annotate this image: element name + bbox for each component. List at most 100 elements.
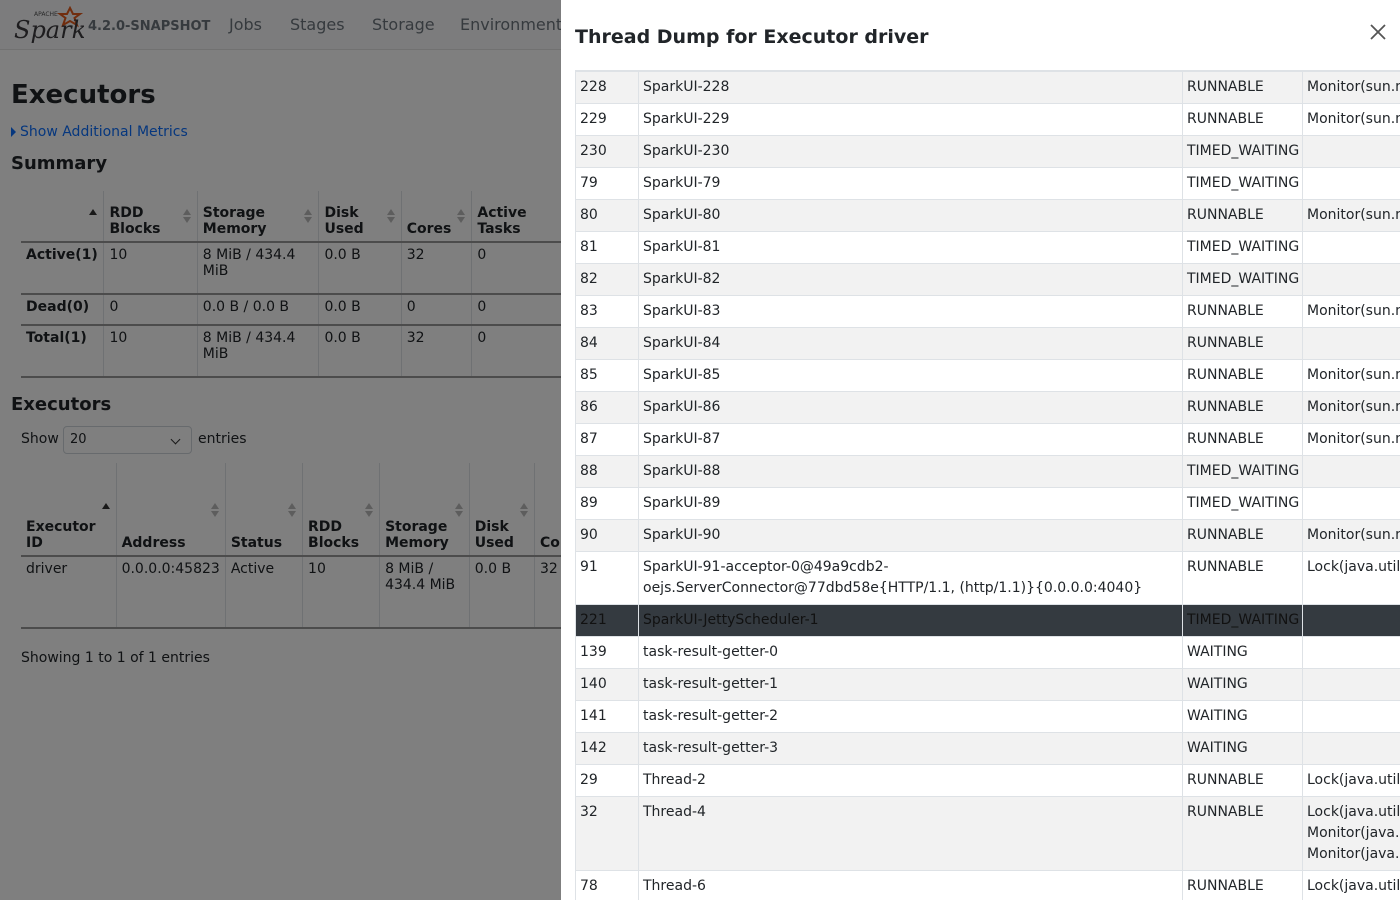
thread-row[interactable]: 86 SparkUI-86 RUNNABLE Monitor(sun.n — [575, 391, 1400, 424]
thread-locks-cell — [1302, 455, 1400, 488]
thread-name-cell: SparkUI-80 — [638, 199, 1183, 232]
thread-row[interactable]: 221 SparkUI-JettyScheduler-1 TIMED_WAITING — [575, 604, 1400, 637]
thread-row[interactable]: 87 SparkUI-87 RUNNABLE Monitor(sun.n — [575, 423, 1400, 456]
thread-locks-cell: Lock(java.utilMonitor(java.Monitor(java. — [1302, 796, 1400, 871]
thread-locks-cell — [1302, 732, 1400, 765]
thread-locks-cell: Monitor(sun.n — [1302, 295, 1400, 328]
close-button[interactable] — [1367, 21, 1389, 43]
thread-row[interactable]: 84 SparkUI-84 RUNNABLE — [575, 327, 1400, 360]
thread-locks-cell — [1302, 668, 1400, 701]
thread-id-cell: 80 — [575, 199, 639, 232]
thread-row[interactable]: 229 SparkUI-229 RUNNABLE Monitor(sun.n — [575, 103, 1400, 136]
thread-locks-cell: Monitor(sun.n — [1302, 423, 1400, 456]
thread-state-cell: RUNNABLE — [1182, 391, 1303, 424]
thread-state-cell: TIMED_WAITING — [1182, 231, 1303, 264]
thread-state-cell: TIMED_WAITING — [1182, 263, 1303, 296]
thread-row[interactable]: 141 task-result-getter-2 WAITING — [575, 700, 1400, 733]
thread-locks-cell: Lock(java.util — [1302, 764, 1400, 797]
thread-id-cell: 87 — [575, 423, 639, 456]
thread-locks-cell: Monitor(sun.n — [1302, 519, 1400, 552]
thread-row[interactable]: 82 SparkUI-82 TIMED_WAITING — [575, 263, 1400, 296]
thread-name-cell: SparkUI-81 — [638, 231, 1183, 264]
thread-name-cell: SparkUI-84 — [638, 327, 1183, 360]
thread-locks-cell — [1302, 167, 1400, 200]
thread-name-cell: SparkUI-83 — [638, 295, 1183, 328]
thread-state-cell: RUNNABLE — [1182, 103, 1303, 136]
thread-locks-cell — [1302, 327, 1400, 360]
thread-locks-cell: Lock(java.util — [1302, 551, 1400, 605]
thread-id-cell: 29 — [575, 764, 639, 797]
thread-locks-cell: Monitor(sun.n — [1302, 359, 1400, 392]
thread-id-cell: 89 — [575, 487, 639, 520]
thread-state-cell: RUNNABLE — [1182, 870, 1303, 900]
thread-state-cell: RUNNABLE — [1182, 327, 1303, 360]
thread-id-cell: 32 — [575, 796, 639, 871]
thread-locks-cell — [1302, 135, 1400, 168]
thread-row[interactable]: 83 SparkUI-83 RUNNABLE Monitor(sun.n — [575, 295, 1400, 328]
thread-state-cell: TIMED_WAITING — [1182, 135, 1303, 168]
thread-dump-table: 228 SparkUI-228 RUNNABLE Monitor(sun.n 229 Sp… — [575, 71, 1400, 900]
thread-locks-cell — [1302, 636, 1400, 669]
thread-id-cell: 82 — [575, 263, 639, 296]
thread-name-cell: Thread-4 — [638, 796, 1183, 871]
thread-row[interactable]: 79 SparkUI-79 TIMED_WAITING — [575, 167, 1400, 200]
thread-name-cell: SparkUI-85 — [638, 359, 1183, 392]
thread-state-cell: RUNNABLE — [1182, 551, 1303, 605]
thread-row[interactable]: 228 SparkUI-228 RUNNABLE Monitor(sun.n — [575, 71, 1400, 104]
thread-row[interactable]: 88 SparkUI-88 TIMED_WAITING — [575, 455, 1400, 488]
thread-row[interactable]: 90 SparkUI-90 RUNNABLE Monitor(sun.n — [575, 519, 1400, 552]
thread-row[interactable]: 91 SparkUI-91-acceptor-0@49a9cdb2- oejs.Se… — [575, 551, 1400, 605]
modal-backdrop[interactable] — [0, 0, 561, 900]
thread-state-cell: TIMED_WAITING — [1182, 455, 1303, 488]
thread-state-cell: RUNNABLE — [1182, 519, 1303, 552]
thread-id-cell: 83 — [575, 295, 639, 328]
thread-row[interactable]: 142 task-result-getter-3 WAITING — [575, 732, 1400, 765]
thread-id-cell: 221 — [575, 604, 639, 637]
thread-state-cell: WAITING — [1182, 636, 1303, 669]
thread-locks-cell: Monitor(sun.n — [1302, 103, 1400, 136]
thread-row[interactable]: 89 SparkUI-89 TIMED_WAITING — [575, 487, 1400, 520]
thread-state-cell: WAITING — [1182, 732, 1303, 765]
thread-name-cell: task-result-getter-3 — [638, 732, 1183, 765]
thread-name-cell: task-result-getter-0 — [638, 636, 1183, 669]
thread-name-cell: SparkUI-89 — [638, 487, 1183, 520]
thread-locks-cell — [1302, 231, 1400, 264]
thread-name-cell: SparkUI-228 — [638, 71, 1183, 104]
thread-state-cell: TIMED_WAITING — [1182, 604, 1303, 637]
thread-name-cell: SparkUI-JettyScheduler-1 — [638, 604, 1183, 637]
thread-state-cell: RUNNABLE — [1182, 423, 1303, 456]
thread-name-cell: Thread-6 — [638, 870, 1183, 900]
thread-row[interactable]: 140 task-result-getter-1 WAITING — [575, 668, 1400, 701]
thread-locks-cell: Monitor(sun.n — [1302, 391, 1400, 424]
thread-id-cell: 86 — [575, 391, 639, 424]
thread-state-cell: RUNNABLE — [1182, 295, 1303, 328]
thread-name-cell: SparkUI-91-acceptor-0@49a9cdb2- oejs.Serv… — [638, 551, 1183, 605]
thread-locks-cell — [1302, 487, 1400, 520]
thread-state-cell: RUNNABLE — [1182, 796, 1303, 871]
thread-id-cell: 85 — [575, 359, 639, 392]
thread-id-cell: 84 — [575, 327, 639, 360]
thread-locks-cell: Lock(java.utilMonitor(java.Monitor(java. — [1302, 870, 1400, 900]
panel-title: Thread Dump for Executor driver — [575, 26, 929, 48]
thread-id-cell: 141 — [575, 700, 639, 733]
thread-row[interactable]: 78Thread-6RUNNABLELock(java.utilMonitor(… — [575, 870, 1400, 900]
thread-dump-panel: Thread Dump for Executor driver 228 Spark… — [561, 0, 1400, 900]
thread-row[interactable]: 29 Thread-2 RUNNABLE Lock(java.util — [575, 764, 1400, 797]
thread-locks-cell: Monitor(sun.n — [1302, 199, 1400, 232]
thread-state-cell: WAITING — [1182, 668, 1303, 701]
thread-locks-cell — [1302, 604, 1400, 637]
thread-dump-scroll-area[interactable]: 228 SparkUI-228 RUNNABLE Monitor(sun.n 229 Sp… — [575, 70, 1400, 900]
thread-state-cell: RUNNABLE — [1182, 71, 1303, 104]
thread-locks-cell — [1302, 700, 1400, 733]
thread-row[interactable]: 32 Thread-4 RUNNABLE Lock(java.util Monitor(… — [575, 796, 1400, 871]
thread-id-cell: 79 — [575, 167, 639, 200]
thread-id-cell: 91 — [575, 551, 639, 605]
thread-row[interactable]: 139 task-result-getter-0 WAITING — [575, 636, 1400, 669]
thread-row[interactable]: 85 SparkUI-85 RUNNABLE Monitor(sun.n — [575, 359, 1400, 392]
thread-row[interactable]: 230 SparkUI-230 TIMED_WAITING — [575, 135, 1400, 168]
thread-row[interactable]: 81 SparkUI-81 TIMED_WAITING — [575, 231, 1400, 264]
thread-state-cell: RUNNABLE — [1182, 199, 1303, 232]
thread-row[interactable]: 80 SparkUI-80 RUNNABLE Monitor(sun.n — [575, 199, 1400, 232]
thread-name-cell: task-result-getter-1 — [638, 668, 1183, 701]
thread-name-cell: task-result-getter-2 — [638, 700, 1183, 733]
